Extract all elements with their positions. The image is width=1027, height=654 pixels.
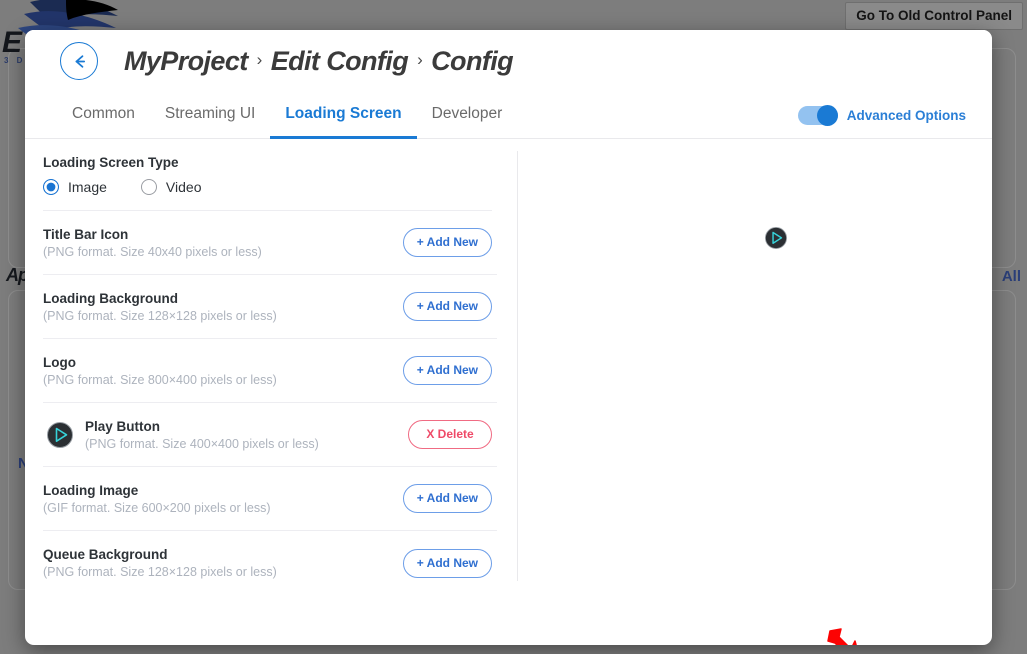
- settings-pane: Loading Screen Type Image Video Title Ba…: [25, 139, 517, 645]
- asset-name: Loading Image: [43, 482, 139, 498]
- asset-name: Play Button: [85, 418, 161, 434]
- radio-selected-icon: [43, 179, 59, 195]
- asset-row: Title Bar Icon (PNG format. Size 40x40 p…: [43, 211, 497, 275]
- asset-name: Title Bar Icon: [43, 226, 129, 242]
- back-button[interactable]: [60, 42, 98, 80]
- play-circle-icon: [765, 227, 787, 249]
- advanced-options-label: Advanced Options: [846, 107, 966, 123]
- tab-developer[interactable]: Developer: [417, 92, 518, 139]
- modal-body: Loading Screen Type Image Video Title Ba…: [25, 139, 992, 645]
- asset-hint: (PNG format. Size 40x40 pixels or less): [43, 244, 262, 259]
- loading-screen-type-section: Loading Screen Type Image Video: [25, 139, 517, 211]
- asset-hint: (PNG format. Size 128×128 pixels or less…: [43, 308, 277, 323]
- asset-info: Logo (PNG format. Size 800×400 pixels or…: [43, 355, 403, 387]
- go-to-old-control-panel-button[interactable]: Go To Old Control Panel: [845, 2, 1023, 30]
- asset-row: Loading Background (PNG format. Size 128…: [43, 275, 497, 339]
- loading-screen-type-title: Loading Screen Type: [43, 155, 179, 170]
- preview-pane: [517, 139, 992, 645]
- asset-name: Loading Background: [43, 290, 178, 306]
- asset-row: Play Button (PNG format. Size 400×400 pi…: [43, 403, 497, 467]
- asset-row: Logo (PNG format. Size 800×400 pixels or…: [43, 339, 497, 403]
- radio-label-image: Image: [68, 179, 107, 195]
- add-new-button[interactable]: + Add New: [402, 292, 492, 321]
- breadcrumb-item-config: Config: [431, 45, 514, 76]
- radio-unselected-icon: [140, 179, 157, 195]
- tab-common[interactable]: Common: [57, 92, 150, 139]
- asset-info: Queue Background (PNG format. Size 128×1…: [43, 547, 403, 579]
- asset-hint: (PNG format. Size 800×400 pixels or less…: [43, 372, 277, 387]
- asset-name: Queue Background: [43, 547, 168, 562]
- add-new-button[interactable]: + Add New: [402, 484, 492, 513]
- breadcrumb-item-edit-config[interactable]: Edit Config: [271, 46, 409, 77]
- add-new-button[interactable]: + Add New: [402, 228, 492, 257]
- asset-hint: (GIF format. Size 600×200 pixels or less…: [43, 500, 271, 515]
- tab-loading-screen[interactable]: Loading Screen: [270, 92, 417, 139]
- breadcrumb-separator-icon: ›: [417, 50, 423, 69]
- radio-option-video[interactable]: Video: [140, 179, 202, 195]
- loading-screen-type-radio-group: Image Video: [43, 179, 492, 211]
- delete-button[interactable]: X Delete: [408, 420, 492, 449]
- asset-info: Loading Background (PNG format. Size 128…: [43, 291, 403, 323]
- radio-option-image[interactable]: Image: [43, 179, 107, 195]
- asset-row: Queue Background (PNG format. Size 128×1…: [43, 531, 497, 595]
- asset-name: Logo: [43, 354, 76, 370]
- asset-hint: (PNG format. Size 128×128 pixels or less…: [43, 565, 277, 579]
- background-label-right: All: [1001, 268, 1021, 285]
- toggle-track[interactable]: [797, 104, 838, 126]
- toggle-knob: [816, 104, 838, 126]
- advanced-options-toggle[interactable]: Advanced Options: [797, 92, 966, 138]
- logo-subtitle: 3 D: [4, 56, 26, 65]
- play-button-thumbnail: [47, 421, 73, 448]
- asset-info: Play Button (PNG format. Size 400×400 pi…: [85, 419, 408, 451]
- add-new-button[interactable]: + Add New: [402, 548, 492, 578]
- logo-wordmark: E: [2, 26, 22, 59]
- tab-bar: Common Streaming UI Loading Screen Devel…: [25, 92, 992, 139]
- radio-label-video: Video: [165, 179, 202, 195]
- arrow-left-icon: [75, 54, 85, 68]
- edit-config-modal: MyProject › Edit Config › Config Common …: [25, 30, 992, 645]
- add-new-button[interactable]: + Add New: [402, 356, 492, 385]
- breadcrumb-separator-icon: ›: [256, 50, 263, 69]
- modal-header: MyProject › Edit Config › Config: [25, 30, 992, 92]
- tab-streaming-ui[interactable]: Streaming UI: [150, 92, 270, 139]
- asset-list: Title Bar Icon (PNG format. Size 40x40 p…: [25, 211, 517, 595]
- play-button-preview-icon: [765, 227, 787, 249]
- breadcrumb-item-project[interactable]: MyProject: [124, 46, 248, 77]
- asset-hint: (PNG format. Size 400×400 pixels or less…: [85, 436, 319, 451]
- breadcrumb: MyProject › Edit Config › Config: [124, 45, 514, 77]
- asset-row: Loading Image (GIF format. Size 600×200 …: [43, 467, 497, 531]
- play-circle-icon: [47, 421, 73, 448]
- asset-info: Loading Image (GIF format. Size 600×200 …: [43, 483, 403, 515]
- asset-info: Title Bar Icon (PNG format. Size 40x40 p…: [43, 227, 403, 259]
